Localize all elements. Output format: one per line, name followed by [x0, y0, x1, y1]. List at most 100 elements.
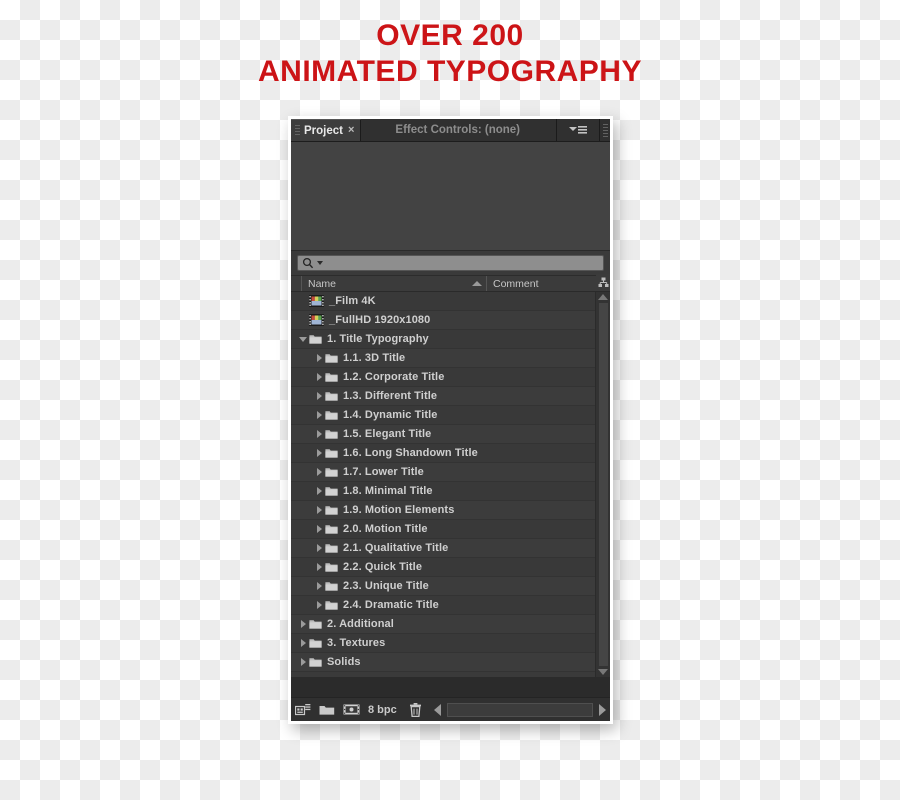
disclosure-collapsed-icon[interactable] [313, 354, 325, 362]
list-item[interactable]: 1.9. Motion Elements [291, 501, 595, 520]
folder-icon [325, 448, 338, 458]
disclosure-collapsed-icon[interactable] [313, 468, 325, 476]
item-icon [325, 410, 343, 421]
tab-effect-controls[interactable]: Effect Controls: (none) [361, 119, 557, 141]
project-item-list[interactable]: _Film 4K _FullHD 1920x1080 1. Title Typogr… [291, 292, 596, 677]
scroll-left-icon[interactable] [433, 703, 441, 716]
disclosure-collapsed-icon[interactable] [313, 601, 325, 609]
project-settings-button[interactable] [295, 703, 311, 716]
disclosure-collapsed-icon[interactable] [313, 544, 325, 552]
scroll-up-icon[interactable] [598, 294, 608, 300]
list-item-label: 1.5. Elegant Title [343, 428, 432, 440]
folder-icon [325, 353, 338, 363]
disclosure-collapsed-icon[interactable] [313, 487, 325, 495]
column-header-comment[interactable]: Comment [487, 278, 610, 290]
horizontal-scroll-track[interactable] [446, 702, 593, 717]
project-panel: Project × Effect Controls: (none) Name C… [291, 119, 610, 721]
project-preview-area [291, 142, 610, 251]
list-item[interactable]: _FullHD 1920x1080 [291, 311, 595, 330]
folder-icon [325, 600, 338, 610]
list-item[interactable]: 1.3. Different Title [291, 387, 595, 406]
search-input[interactable] [323, 257, 599, 269]
folder-icon [309, 657, 322, 667]
list-item[interactable]: 3. Textures [291, 634, 595, 653]
disclosure-collapsed-icon[interactable] [313, 449, 325, 457]
list-item[interactable]: 1.8. Minimal Title [291, 482, 595, 501]
list-item-label: 2.0. Motion Title [343, 523, 428, 535]
column-header-spacer [291, 276, 302, 291]
folder-icon [309, 334, 322, 344]
list-item[interactable]: 1.2. Corporate Title [291, 368, 595, 387]
folder-icon [325, 372, 338, 382]
scroll-down-icon[interactable] [598, 669, 608, 675]
disclosure-collapsed-icon[interactable] [313, 563, 325, 571]
new-folder-icon [319, 706, 335, 715]
disclosure-collapsed-icon[interactable] [313, 430, 325, 438]
project-footer-toolbar: 8 bpc [291, 697, 610, 721]
column-header-comment-label: Comment [493, 277, 539, 290]
list-item[interactable]: 2.4. Dramatic Title [291, 596, 595, 615]
list-item[interactable]: 2.0. Motion Title [291, 520, 595, 539]
disclosure-collapsed-icon[interactable] [297, 658, 309, 666]
folder-icon [325, 581, 338, 591]
disclosure-collapsed-icon[interactable] [297, 620, 309, 628]
tab-project[interactable]: Project × [291, 119, 362, 141]
item-icon [325, 486, 343, 497]
disclosure-collapsed-icon[interactable] [313, 411, 325, 419]
list-item-label: 1.3. Different Title [343, 390, 438, 402]
close-icon[interactable]: × [348, 125, 354, 136]
delete-button[interactable] [409, 702, 422, 717]
folder-icon [325, 429, 338, 439]
disclosure-expanded-icon[interactable] [297, 336, 309, 342]
horizontal-scrollbar[interactable] [433, 702, 606, 717]
list-item[interactable]: 1.5. Elegant Title [291, 425, 595, 444]
panel-menu-icon [569, 125, 587, 134]
disclosure-collapsed-icon[interactable] [297, 639, 309, 647]
new-folder-button[interactable] [319, 703, 335, 716]
vertical-scroll-track[interactable] [598, 303, 608, 666]
item-icon [325, 581, 343, 592]
column-chooser-button[interactable] [596, 274, 610, 291]
list-item[interactable]: 1. Title Typography [291, 330, 595, 349]
disclosure-collapsed-icon[interactable] [313, 373, 325, 381]
vertical-scrollbar[interactable] [596, 292, 610, 677]
list-item[interactable]: 2.3. Unique Title [291, 577, 595, 596]
list-item[interactable]: 1.6. Long Shandown Title [291, 444, 595, 463]
tab-effect-controls-label: Effect Controls: (none) [395, 124, 520, 136]
list-item-label: 1.6. Long Shandown Title [343, 447, 478, 459]
disclosure-collapsed-icon[interactable] [313, 392, 325, 400]
list-item[interactable]: Solids [291, 653, 595, 672]
headline-line-1: OVER 200 [376, 19, 524, 52]
search-box[interactable] [297, 255, 604, 271]
list-item-label: 3. Textures [327, 637, 386, 649]
list-item[interactable]: 2.1. Qualitative Title [291, 539, 595, 558]
panel-tab-bar: Project × Effect Controls: (none) [291, 119, 610, 142]
list-item-label: 2. Additional [327, 618, 394, 630]
list-item[interactable]: 1.1. 3D Title [291, 349, 595, 368]
disclosure-collapsed-icon[interactable] [313, 582, 325, 590]
disclosure-collapsed-icon[interactable] [313, 506, 325, 514]
disclosure-collapsed-icon[interactable] [313, 525, 325, 533]
list-item[interactable]: _Film 4K [291, 292, 595, 311]
list-item[interactable]: 2.2. Quick Title [291, 558, 595, 577]
list-item[interactable]: 1.4. Dynamic Title [291, 406, 595, 425]
panel-menu-button[interactable] [557, 119, 600, 141]
scroll-right-icon[interactable] [599, 703, 606, 716]
drag-gripper-icon[interactable] [295, 124, 300, 137]
list-item-label: 1.9. Motion Elements [343, 504, 455, 516]
item-icon [325, 562, 343, 573]
item-icon [309, 619, 327, 630]
bit-depth-label[interactable]: 8 bpc [368, 704, 397, 716]
item-icon [325, 372, 343, 383]
column-header-name[interactable]: Name [302, 276, 487, 291]
new-composition-icon [343, 704, 360, 715]
item-icon [309, 314, 329, 326]
sort-ascending-icon[interactable] [472, 281, 482, 286]
new-composition-button[interactable] [343, 703, 360, 716]
list-item[interactable]: 1.7. Lower Title [291, 463, 595, 482]
composition-icon [309, 295, 324, 307]
panel-resize-gripper[interactable] [600, 119, 610, 141]
trash-icon [409, 702, 421, 717]
item-icon [325, 391, 343, 402]
list-item[interactable]: 2. Additional [291, 615, 595, 634]
